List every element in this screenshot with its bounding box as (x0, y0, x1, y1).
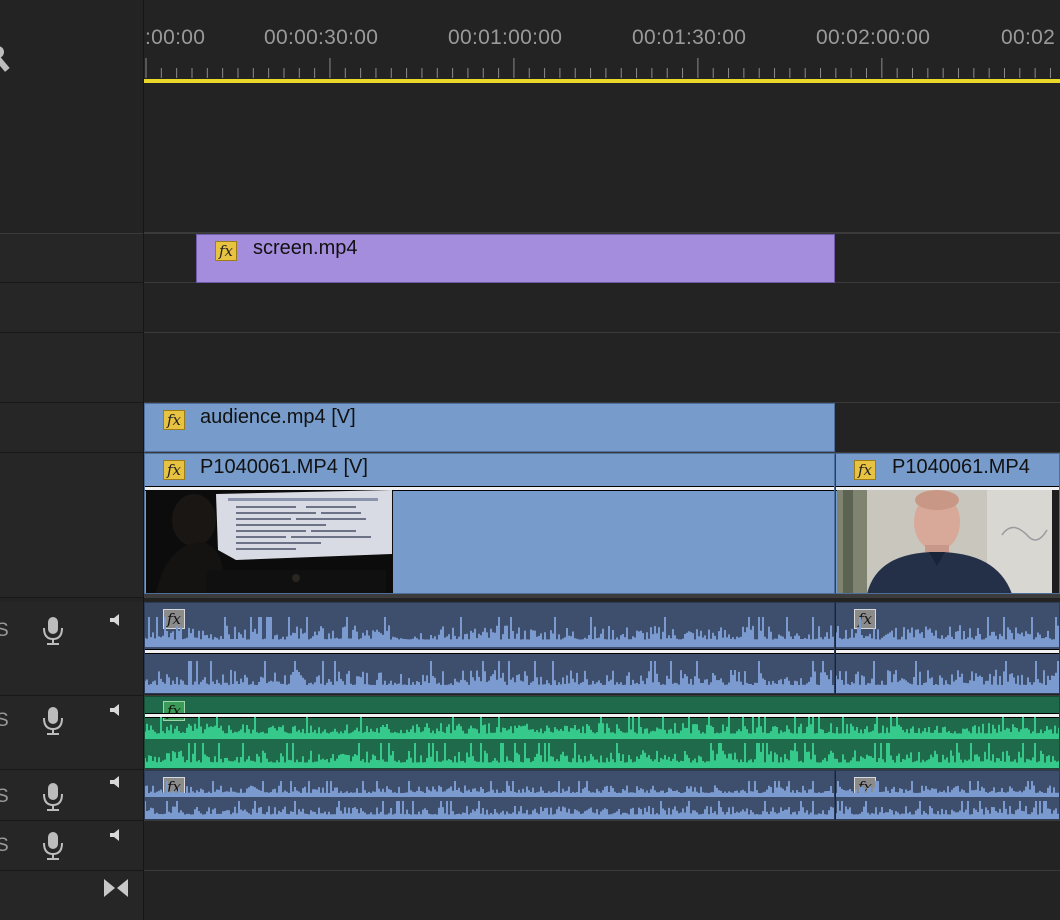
time-ruler[interactable]: :00:00 00:00:30:00 00:01:00:00 00:01:30:… (144, 0, 1060, 80)
track-v1[interactable]: fx P1040061.MP4 [V] fx P1040061.MP4 (144, 453, 1060, 598)
track-header-a4[interactable]: S (0, 821, 143, 871)
track-a1[interactable]: fx fx (144, 602, 1060, 696)
microphone-icon[interactable] (42, 616, 64, 646)
waveform-channel-2 (836, 801, 1059, 819)
audio-clip-a3-1[interactable]: fx (144, 770, 835, 820)
clip-label: P1040061.MP4 [V] (200, 456, 368, 478)
track-header-a1[interactable]: S (0, 602, 143, 696)
track-header-area (0, 0, 143, 233)
waveform-channel-2 (145, 743, 1059, 768)
waveform-channel-1 (145, 617, 834, 647)
waveform-channel-1 (145, 781, 834, 797)
solo-label[interactable]: S (0, 835, 9, 857)
solo-label[interactable]: S (0, 620, 9, 642)
audio-clip-a2[interactable]: fx (144, 696, 1060, 769)
clip-label: audience.mp4 [V] (200, 406, 356, 428)
wrench-icon[interactable] (0, 44, 16, 78)
waveform-channel-1 (836, 781, 1059, 797)
track-a2[interactable]: fx (144, 696, 1060, 770)
clip-label: P1040061.MP4 (892, 456, 1030, 478)
timecode-label: 00:02:00:00 (816, 26, 931, 49)
solo-label[interactable]: S (0, 786, 9, 808)
video-thumbnail (146, 490, 393, 593)
track-v2[interactable]: fx audience.mp4 [V] (144, 403, 1060, 453)
waveform-channel-2 (836, 661, 1059, 693)
fx-badge[interactable]: fx (854, 460, 876, 480)
speaker-icon[interactable] (110, 829, 122, 841)
track-header-master[interactable] (0, 871, 143, 920)
waveform-channel-2 (145, 801, 834, 819)
fx-badge[interactable]: fx (163, 460, 185, 480)
microphone-icon[interactable] (42, 831, 64, 861)
timecode-label: :00:00 (145, 26, 206, 49)
volume-keyframe-line[interactable] (836, 649, 1059, 654)
speaker-icon[interactable] (110, 614, 122, 626)
track-header-v4[interactable] (0, 233, 143, 283)
waveform-channel-1 (836, 617, 1059, 647)
audio-clip-a1-2[interactable]: fx (835, 602, 1060, 694)
empty-track-area[interactable] (144, 83, 1060, 233)
timecode-label: 00:01:00:00 (448, 26, 563, 49)
clip-screen-mp4[interactable]: fx screen.mp4 (196, 234, 835, 283)
timecode-label: 00:00:30:00 (264, 26, 379, 49)
audio-clip-a1-1[interactable]: fx (144, 602, 835, 694)
track-header-v2[interactable] (0, 403, 143, 453)
clip-p1040061-v-2[interactable]: fx P1040061.MP4 (835, 453, 1060, 594)
fx-badge[interactable]: fx (215, 241, 237, 261)
microphone-icon[interactable] (42, 782, 64, 812)
track-header-a3[interactable]: S (0, 770, 143, 821)
video-thumbnail (837, 490, 1059, 593)
audio-clip-a3-2[interactable]: fx (835, 770, 1060, 820)
track-v4[interactable]: fx screen.mp4 (144, 233, 1060, 283)
track-empty[interactable] (144, 333, 1060, 403)
track-a4[interactable] (144, 821, 1060, 871)
track-master[interactable] (144, 871, 1060, 920)
track-v3[interactable] (144, 283, 1060, 333)
timecode-label: 00:01:30:00 (632, 26, 747, 49)
track-header-empty[interactable] (0, 333, 143, 403)
solo-label[interactable]: S (0, 710, 9, 732)
track-header-v3[interactable] (0, 283, 143, 333)
speaker-icon[interactable] (110, 776, 122, 788)
track-header-a2[interactable]: S (0, 696, 143, 770)
clip-audience-mp4[interactable]: fx audience.mp4 [V] (144, 403, 835, 452)
clip-label: screen.mp4 (253, 237, 358, 259)
timecode-label: 00:02 (1001, 26, 1056, 49)
bowtie-icon[interactable] (104, 879, 128, 897)
track-header-v1[interactable] (0, 453, 143, 598)
speaker-icon[interactable] (110, 704, 122, 716)
clip-p1040061-v-1[interactable]: fx P1040061.MP4 [V] (144, 453, 835, 594)
waveform-channel-2 (145, 661, 834, 693)
waveform-channel-1 (145, 717, 1059, 739)
fx-badge[interactable]: fx (163, 410, 185, 430)
track-a3[interactable]: fx fx (144, 770, 1060, 821)
volume-keyframe-line[interactable] (145, 649, 834, 654)
ruler-ticks (145, 58, 1051, 78)
microphone-icon[interactable] (42, 706, 64, 736)
